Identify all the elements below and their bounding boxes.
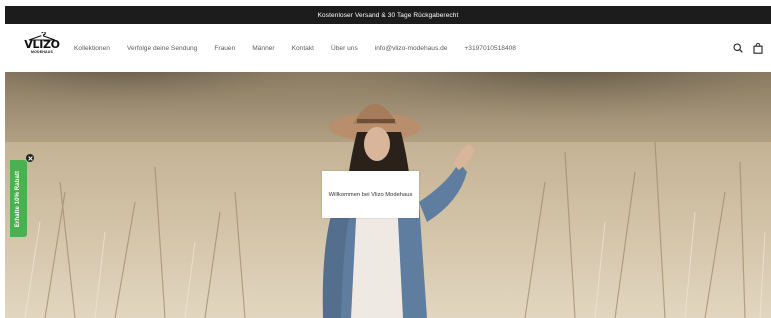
page: Kostenloser Versand & 30 Tage Rückgabere… bbox=[5, 6, 771, 318]
close-icon bbox=[27, 155, 33, 161]
nav-item-contact[interactable]: Kontakt bbox=[292, 45, 314, 52]
announcement-text: Kostenloser Versand & 30 Tage Rückgabere… bbox=[317, 11, 459, 19]
site-header: VLIZO MODEHAUS Kollektionen Verfolge dei… bbox=[5, 24, 771, 72]
nav-item-about[interactable]: Über uns bbox=[331, 45, 358, 52]
welcome-popup: Willkommen bei Vlizo Modehaus bbox=[322, 171, 419, 218]
welcome-text: Willkommen bei Vlizo Modehaus bbox=[328, 191, 413, 198]
main-nav: Kollektionen Verfolge deine Sendung Frau… bbox=[74, 24, 533, 72]
logo[interactable]: VLIZO MODEHAUS bbox=[23, 32, 61, 64]
nav-item-collections[interactable]: Kollektionen bbox=[74, 45, 110, 52]
discount-close-button[interactable] bbox=[26, 154, 34, 162]
announcement-bar: Kostenloser Versand & 30 Tage Rückgabere… bbox=[5, 6, 771, 24]
nav-item-track-order[interactable]: Verfolge deine Sendung bbox=[127, 45, 197, 52]
logo-subtitle: MODEHAUS bbox=[30, 50, 54, 54]
discount-tab-label: Erhalte 10% Rabatt bbox=[15, 170, 22, 227]
nav-item-email[interactable]: info@vlizo-modehaus.de bbox=[375, 45, 448, 52]
logo-wordmark: VLIZO bbox=[24, 38, 60, 51]
hero-banner: Willkommen bei Vlizo Modehaus bbox=[5, 72, 771, 318]
nav-item-women[interactable]: Frauen bbox=[214, 45, 235, 52]
header-icons bbox=[733, 24, 763, 72]
discount-tab[interactable]: Erhalte 10% Rabatt bbox=[10, 160, 27, 237]
bag-icon[interactable] bbox=[753, 42, 763, 54]
search-icon[interactable] bbox=[733, 43, 743, 53]
nav-item-phone[interactable]: +3197010518408 bbox=[464, 45, 516, 52]
nav-item-men[interactable]: Männer bbox=[252, 45, 274, 52]
